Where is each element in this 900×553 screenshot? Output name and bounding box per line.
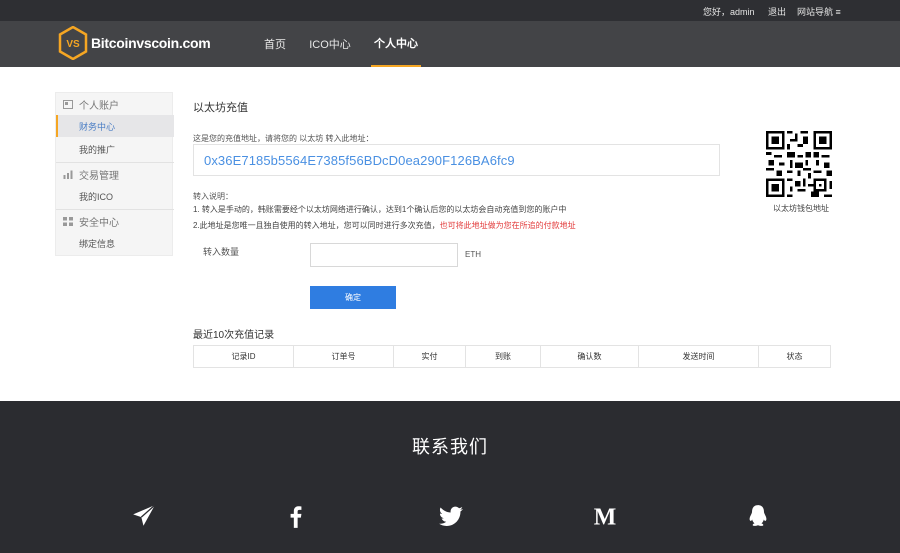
instruction-2: 2.此地址是您唯一且独自使用的转入地址，您可以同时进行多次充值，也可将此地址做为… <box>193 220 576 231</box>
confirm-button[interactable]: 确定 <box>310 286 396 309</box>
user-icon <box>63 99 73 109</box>
sidebar-group-label: 交易管理 <box>79 170 119 182</box>
logout-link[interactable]: 退出 <box>768 5 786 18</box>
sidebar-group-account: 个人账户 <box>56 94 174 114</box>
sidebar-divider <box>56 162 174 163</box>
menu-icon: ≡ <box>835 7 841 17</box>
column-header-order-no: 订单号 <box>294 346 394 367</box>
instruction-2-warning: 也可将此地址做为您在所追的付款地址 <box>439 221 576 230</box>
qr-caption: 以太坊钱包地址 <box>773 204 829 213</box>
column-header-send-time: 发送时间 <box>639 346 759 367</box>
sidebar-group-label: 个人账户 <box>79 100 119 112</box>
quantity-label: 转入数量 <box>203 247 240 257</box>
deposit-address: 0x36E7185b5564E7385f56BDcD0ea290F126BA6f… <box>204 152 515 168</box>
sidebar-item-finance[interactable]: 财务中心 <box>56 115 174 137</box>
contact-title: 联系我们 <box>412 437 488 457</box>
column-header-paid: 实付 <box>394 346 466 367</box>
address-label: 这是您的充值地址，请将您的 以太坊 转入此地址： <box>193 134 374 143</box>
chart-icon <box>63 170 73 179</box>
nav-home[interactable]: 首页 <box>258 21 292 67</box>
qq-icon[interactable] <box>743 501 773 531</box>
sidebar-group-label: 安全中心 <box>79 217 119 229</box>
quantity-input[interactable] <box>310 243 458 267</box>
site-logo[interactable]: VS Bitcoinvscoin.com <box>58 25 211 61</box>
svg-text:VS: VS <box>66 39 80 50</box>
account-sidebar: 个人账户 财务中心 我的推广 交易管理 我的ICO 安全中心 绑定信息 <box>55 92 174 256</box>
records-table-header: 记录ID 订单号 实付 到账 确认数 发送时间 状态 <box>193 345 831 368</box>
instruction-2-text: 2.此地址是您唯一且独自使用的转入地址，您可以同时进行多次充值， <box>193 221 440 230</box>
page-title: 以太坊充值 <box>193 102 248 114</box>
grid-icon <box>63 216 73 226</box>
svg-text:M: M <box>594 505 617 529</box>
column-header-record-id: 记录ID <box>194 346 294 367</box>
instructions-heading: 转入说明： <box>193 192 233 201</box>
logo-hexagon-icon: VS <box>58 26 88 60</box>
telegram-icon[interactable] <box>129 501 159 531</box>
sidebar-group-security: 安全中心 <box>56 211 174 231</box>
deposit-address-field[interactable]: 0x36E7185b5564E7385f56BDcD0ea290F126BA6f… <box>193 144 720 176</box>
column-header-received: 到账 <box>466 346 541 367</box>
wallet-qr-code <box>766 131 832 197</box>
sidebar-item-my-ico[interactable]: 我的ICO <box>56 185 174 207</box>
top-utility-bar: 您好，admin 退出 网站导航 ≡ <box>0 0 900 21</box>
sidebar-item-promotion[interactable]: 我的推广 <box>56 138 174 160</box>
quantity-unit: ETH <box>465 250 481 259</box>
site-nav-label: 网站导航 <box>797 7 834 17</box>
main-header: VS Bitcoinvscoin.com 首页 ICO中心 个人中心 <box>0 21 900 67</box>
sidebar-divider <box>56 209 174 210</box>
sidebar-group-trade: 交易管理 <box>56 164 174 184</box>
twitter-icon[interactable] <box>436 501 466 531</box>
column-header-status: 状态 <box>786 352 803 361</box>
sidebar-item-binding-info[interactable]: 绑定信息 <box>56 232 174 254</box>
instruction-1: 1. 转入是手动的，韩账需要经个以太坊网络进行确认，达到1个确认后您的以太坊会自… <box>193 205 567 214</box>
nav-ico-center[interactable]: ICO中心 <box>305 21 355 67</box>
nav-personal-center[interactable]: 个人中心 <box>371 21 421 67</box>
user-greeting: 您好，admin <box>703 7 755 17</box>
records-title: 最近10次充值记录 <box>193 330 275 341</box>
medium-icon[interactable]: M <box>590 501 620 531</box>
facebook-icon[interactable] <box>281 501 311 531</box>
column-header-confirmations: 确认数 <box>541 346 639 367</box>
footer: 联系我们 M <box>0 401 900 553</box>
logo-text: Bitcoinvscoin.com <box>91 35 211 51</box>
site-nav-link[interactable]: 网站导航 ≡ <box>797 5 841 18</box>
